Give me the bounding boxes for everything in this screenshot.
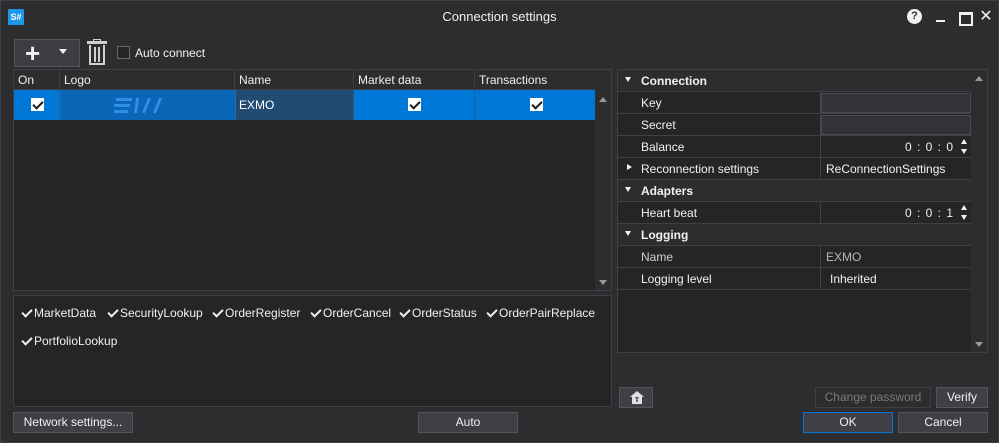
scroll-up-icon[interactable] xyxy=(599,97,607,102)
scroll-down-icon[interactable] xyxy=(975,342,983,347)
column-header-transactions[interactable]: Transactions xyxy=(475,70,596,90)
on-checkbox[interactable] xyxy=(30,98,44,111)
cancel-button[interactable]: Cancel xyxy=(898,412,988,433)
property-name: Name EXMO xyxy=(618,246,972,268)
connection-name: EXMO xyxy=(239,98,275,112)
transactions-checkbox[interactable] xyxy=(529,98,543,111)
table-row[interactable]: EXMO xyxy=(14,90,596,120)
reconnection-value: ReConnectionSettings xyxy=(826,162,946,176)
logging-level-value: Inherited xyxy=(830,272,877,286)
spin-up-icon[interactable] xyxy=(961,139,967,144)
plus-icon: + xyxy=(25,38,41,68)
scroll-down-icon[interactable] xyxy=(599,280,607,285)
home-icon xyxy=(630,391,644,404)
expand-icon[interactable] xyxy=(625,187,631,192)
balance-value: 0 : 0 : 0 xyxy=(904,140,954,154)
network-settings-button[interactable]: Network settings... xyxy=(13,412,133,433)
change-password-button[interactable]: Change password xyxy=(815,387,931,408)
category-title: Connection xyxy=(641,74,707,88)
connection-settings-window: S# Connection settings ? ✕ + Auto connec… xyxy=(0,0,999,443)
property-label: Balance xyxy=(641,140,685,154)
column-header-name[interactable]: Name xyxy=(235,70,354,90)
property-key: Key xyxy=(618,92,972,114)
scroll-up-icon[interactable] xyxy=(975,76,983,81)
check-icon xyxy=(309,307,322,320)
connections-grid: On Logo Name Market data Transactions EX… xyxy=(13,69,612,291)
column-header-market-data[interactable]: Market data xyxy=(354,70,475,90)
key-field[interactable] xyxy=(821,93,971,113)
property-label: Name xyxy=(641,250,674,264)
property-label: Secret xyxy=(641,118,676,132)
expand-icon[interactable] xyxy=(625,231,631,236)
property-label: Reconnection settings xyxy=(641,162,760,176)
spin-down-icon[interactable] xyxy=(961,149,967,154)
category-logging[interactable]: Logging xyxy=(618,224,972,246)
category-title: Adapters xyxy=(641,184,694,198)
logging-name-value: EXMO xyxy=(826,250,862,264)
property-heart-beat: Heart beat 0 : 0 : 1 xyxy=(618,202,972,224)
market-data-checkbox[interactable] xyxy=(408,98,421,111)
check-icon xyxy=(485,307,498,320)
message-label: OrderStatus xyxy=(412,306,477,320)
category-adapters[interactable]: Adapters xyxy=(618,180,972,202)
chevron-down-icon[interactable] xyxy=(59,49,67,54)
logging-level-select[interactable]: Inherited xyxy=(820,268,972,290)
category-connection[interactable]: Connection xyxy=(618,70,972,92)
message-label: SecurityLookup xyxy=(120,306,203,320)
message-label: OrderCancel xyxy=(323,306,392,320)
maximize-button[interactable] xyxy=(956,9,973,26)
check-icon xyxy=(398,307,411,320)
cell-name: EXMO xyxy=(235,90,354,120)
check-icon xyxy=(211,307,224,320)
spin-up-icon[interactable] xyxy=(961,205,967,210)
spin-down-icon[interactable] xyxy=(961,215,967,220)
property-grid-scrollbar[interactable] xyxy=(971,70,987,352)
cell-transactions xyxy=(475,90,596,120)
property-secret: Secret xyxy=(618,114,972,136)
grid-scrollbar[interactable] xyxy=(595,70,611,290)
column-header-logo[interactable]: Logo xyxy=(60,70,235,90)
message-label: OrderPairReplace xyxy=(499,306,596,320)
ok-button[interactable]: OK xyxy=(803,412,893,433)
verify-button[interactable]: Verify xyxy=(936,387,988,408)
message-label: MarketData xyxy=(34,306,97,320)
category-title: Logging xyxy=(641,228,689,242)
close-button[interactable]: ✕ xyxy=(978,9,994,25)
message-label: OrderRegister xyxy=(225,306,301,320)
property-logging-level: Logging level Inherited xyxy=(618,268,972,290)
check-icon xyxy=(106,307,119,320)
home-button[interactable] xyxy=(619,387,653,408)
trash-icon[interactable] xyxy=(86,39,108,67)
column-header-on[interactable]: On xyxy=(14,70,60,90)
heartbeat-timespan-input[interactable]: 0 : 0 : 1 xyxy=(820,202,972,224)
property-grid: Connection Key Secret Balance 0 : 0 : 0 … xyxy=(617,69,988,353)
grid-header: On Logo Name Market data Transactions xyxy=(14,70,596,90)
exmo-logo xyxy=(114,98,162,113)
expand-icon[interactable] xyxy=(627,164,632,170)
balance-timespan-input[interactable]: 0 : 0 : 0 xyxy=(820,136,972,158)
property-label: Logging level xyxy=(641,272,712,286)
add-connection-button[interactable]: + xyxy=(14,39,80,67)
expand-icon[interactable] xyxy=(625,77,631,82)
supported-messages-panel: MarketData SecurityLookup OrderRegister … xyxy=(13,295,612,407)
help-icon[interactable]: ? xyxy=(907,9,922,24)
auto-connect-label: Auto connect xyxy=(135,46,206,60)
check-icon xyxy=(20,335,33,348)
window-title: Connection settings xyxy=(442,9,557,24)
auto-button[interactable]: Auto xyxy=(418,412,518,433)
property-balance: Balance 0 : 0 : 0 xyxy=(618,136,972,158)
message-label: PortfolioLookup xyxy=(34,334,118,348)
secret-field[interactable] xyxy=(821,115,971,135)
auto-connect-checkbox[interactable] xyxy=(117,46,130,59)
minimize-button[interactable] xyxy=(933,9,949,25)
heartbeat-value: 0 : 0 : 1 xyxy=(904,206,954,220)
property-label: Key xyxy=(641,96,662,110)
check-icon xyxy=(20,307,33,320)
cell-on xyxy=(14,90,60,120)
property-label: Heart beat xyxy=(641,206,698,220)
title-bar: S# Connection settings ? ✕ xyxy=(1,1,998,32)
property-reconnection-settings[interactable]: Reconnection settings ReConnectionSettin… xyxy=(618,158,972,180)
cell-market-data xyxy=(354,90,475,120)
cell-logo xyxy=(60,90,235,120)
